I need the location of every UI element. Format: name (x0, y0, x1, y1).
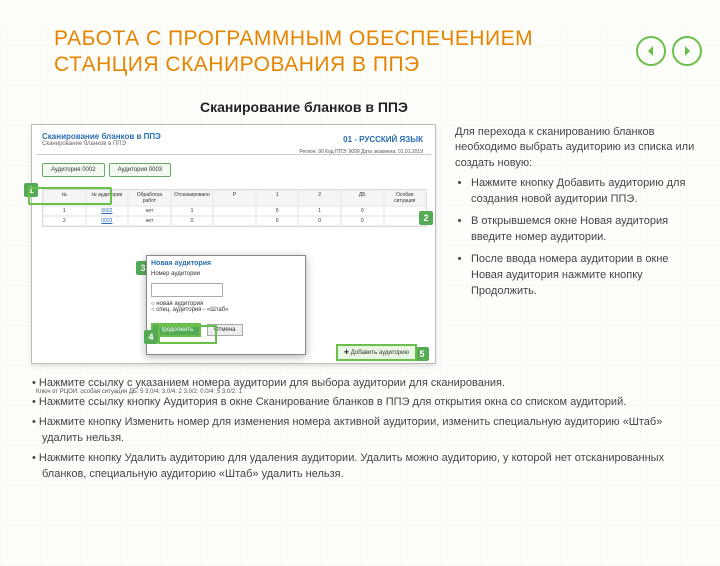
instruction-line: • Нажмите ссылку с указанием номера ауди… (32, 375, 692, 392)
instruction-item: В открывшемся окне Новая аудитория введи… (471, 214, 696, 246)
tab-auditorium-1[interactable]: Аудитория 0002 (42, 163, 105, 177)
intro-text: Для перехода к сканированию бланков необ… (455, 125, 696, 173)
dialog-title: Новая аудитория (151, 260, 301, 267)
add-auditorium-button[interactable]: ✚ Добавить аудиторию (336, 344, 417, 361)
slide-title: РАБОТА С ПРОГРАММНЫМ ОБЕСПЕЧЕНИЕМ СТАНЦИ… (54, 26, 720, 79)
section-title: Сканирование бланков в ППЭ (200, 99, 720, 115)
callout-marker-5: 5 (415, 347, 429, 361)
callout-marker-2: 2 (419, 211, 433, 225)
app-screenshot: Сканирование бланков в ППЭ Сканирование … (32, 125, 435, 363)
instruction-item: Нажмите кнопку Добавить аудиторию для со… (471, 176, 696, 208)
instruction-line: • Нажмите кнопку Удалить аудиторию для у… (32, 450, 692, 483)
auditorium-number-input[interactable] (151, 283, 223, 297)
dialog-field-label: Номер аудитории (151, 271, 301, 277)
subject-label: 01 - РУССКИЙ ЯЗЫК (343, 135, 423, 144)
dialog-radio-2[interactable]: ○ спец. аудитория - «Штаб» (151, 307, 301, 313)
callout-marker-4: 4 (144, 330, 158, 344)
table-row: 10002нет1010 (43, 206, 426, 216)
instruction-line: • Нажмите кнопку Изменить номер для изме… (32, 414, 692, 447)
next-slide-button[interactable] (672, 36, 702, 66)
tab-auditorium-2[interactable]: Аудитория 0003 (109, 163, 172, 177)
instruction-item: После ввода номера аудитории в окне Нова… (471, 252, 696, 300)
instructions-right: Для перехода к сканированию бланков необ… (455, 125, 696, 306)
table-row: 20003нет0000 (43, 216, 426, 226)
instruction-line: • Нажмите ссылку кнопку Аудитория в окне… (32, 394, 692, 411)
prev-slide-button[interactable] (636, 36, 666, 66)
instructions-bottom: • Нажмите ссылку с указанием номера ауди… (0, 363, 720, 496)
